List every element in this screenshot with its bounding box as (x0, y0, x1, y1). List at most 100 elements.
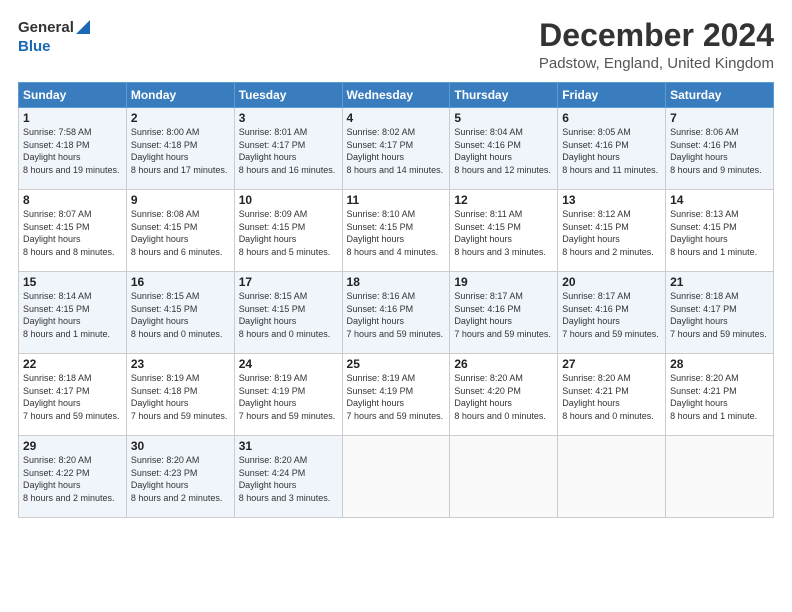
calendar-cell: 19 Sunrise: 8:17 AM Sunset: 4:16 PM Dayl… (450, 272, 558, 354)
calendar-cell: 3 Sunrise: 8:01 AM Sunset: 4:17 PM Dayli… (234, 108, 342, 190)
calendar-cell: 21 Sunrise: 8:18 AM Sunset: 4:17 PM Dayl… (666, 272, 774, 354)
day-number: 16 (131, 275, 230, 289)
day-number: 11 (347, 193, 446, 207)
day-info: Sunrise: 8:02 AM Sunset: 4:17 PM Dayligh… (347, 127, 444, 175)
day-number: 10 (239, 193, 338, 207)
calendar-cell: 16 Sunrise: 8:15 AM Sunset: 4:15 PM Dayl… (126, 272, 234, 354)
day-info: Sunrise: 8:19 AM Sunset: 4:19 PM Dayligh… (239, 373, 336, 421)
calendar-cell (450, 436, 558, 518)
month-title: December 2024 (539, 18, 774, 53)
day-info: Sunrise: 8:20 AM Sunset: 4:22 PM Dayligh… (23, 455, 115, 503)
calendar-table: SundayMondayTuesdayWednesdayThursdayFrid… (18, 82, 774, 518)
day-info: Sunrise: 8:18 AM Sunset: 4:17 PM Dayligh… (670, 291, 767, 339)
day-number: 30 (131, 439, 230, 453)
calendar-cell: 6 Sunrise: 8:05 AM Sunset: 4:16 PM Dayli… (558, 108, 666, 190)
day-info: Sunrise: 7:58 AM Sunset: 4:18 PM Dayligh… (23, 127, 120, 175)
day-info: Sunrise: 8:04 AM Sunset: 4:16 PM Dayligh… (454, 127, 551, 175)
day-info: Sunrise: 8:11 AM Sunset: 4:15 PM Dayligh… (454, 209, 546, 257)
col-header-thursday: Thursday (450, 83, 558, 108)
calendar-cell (342, 436, 450, 518)
day-number: 19 (454, 275, 553, 289)
day-info: Sunrise: 8:05 AM Sunset: 4:16 PM Dayligh… (562, 127, 658, 175)
calendar-cell: 5 Sunrise: 8:04 AM Sunset: 4:16 PM Dayli… (450, 108, 558, 190)
day-number: 28 (670, 357, 769, 371)
calendar-cell: 17 Sunrise: 8:15 AM Sunset: 4:15 PM Dayl… (234, 272, 342, 354)
day-number: 5 (454, 111, 553, 125)
day-info: Sunrise: 8:19 AM Sunset: 4:18 PM Dayligh… (131, 373, 228, 421)
calendar-cell: 28 Sunrise: 8:20 AM Sunset: 4:21 PM Dayl… (666, 354, 774, 436)
calendar-cell: 27 Sunrise: 8:20 AM Sunset: 4:21 PM Dayl… (558, 354, 666, 436)
day-info: Sunrise: 8:14 AM Sunset: 4:15 PM Dayligh… (23, 291, 110, 339)
col-header-sunday: Sunday (19, 83, 127, 108)
day-info: Sunrise: 8:07 AM Sunset: 4:15 PM Dayligh… (23, 209, 115, 257)
col-header-monday: Monday (126, 83, 234, 108)
day-number: 27 (562, 357, 661, 371)
day-number: 13 (562, 193, 661, 207)
day-number: 1 (23, 111, 122, 125)
calendar-cell: 13 Sunrise: 8:12 AM Sunset: 4:15 PM Dayl… (558, 190, 666, 272)
day-info: Sunrise: 8:00 AM Sunset: 4:18 PM Dayligh… (131, 127, 228, 175)
logo-general: General (18, 20, 74, 37)
calendar-cell: 11 Sunrise: 8:10 AM Sunset: 4:15 PM Dayl… (342, 190, 450, 272)
page: General Blue December 2024 Padstow, Engl… (0, 0, 792, 612)
calendar-cell: 20 Sunrise: 8:17 AM Sunset: 4:16 PM Dayl… (558, 272, 666, 354)
calendar-cell: 14 Sunrise: 8:13 AM Sunset: 4:15 PM Dayl… (666, 190, 774, 272)
col-header-friday: Friday (558, 83, 666, 108)
calendar-cell: 22 Sunrise: 8:18 AM Sunset: 4:17 PM Dayl… (19, 354, 127, 436)
day-number: 6 (562, 111, 661, 125)
day-number: 31 (239, 439, 338, 453)
day-info: Sunrise: 8:17 AM Sunset: 4:16 PM Dayligh… (562, 291, 659, 339)
calendar-cell: 26 Sunrise: 8:20 AM Sunset: 4:20 PM Dayl… (450, 354, 558, 436)
col-header-wednesday: Wednesday (342, 83, 450, 108)
col-header-saturday: Saturday (666, 83, 774, 108)
day-info: Sunrise: 8:20 AM Sunset: 4:21 PM Dayligh… (670, 373, 757, 421)
day-number: 8 (23, 193, 122, 207)
day-info: Sunrise: 8:15 AM Sunset: 4:15 PM Dayligh… (239, 291, 331, 339)
day-info: Sunrise: 8:18 AM Sunset: 4:17 PM Dayligh… (23, 373, 120, 421)
calendar-cell: 29 Sunrise: 8:20 AM Sunset: 4:22 PM Dayl… (19, 436, 127, 518)
day-number: 29 (23, 439, 122, 453)
calendar-week-4: 22 Sunrise: 8:18 AM Sunset: 4:17 PM Dayl… (19, 354, 774, 436)
logo-blue: Blue (18, 39, 51, 56)
calendar-header-row: SundayMondayTuesdayWednesdayThursdayFrid… (19, 83, 774, 108)
day-info: Sunrise: 8:20 AM Sunset: 4:24 PM Dayligh… (239, 455, 331, 503)
day-number: 2 (131, 111, 230, 125)
col-header-tuesday: Tuesday (234, 83, 342, 108)
calendar-cell (558, 436, 666, 518)
day-number: 23 (131, 357, 230, 371)
calendar-cell: 9 Sunrise: 8:08 AM Sunset: 4:15 PM Dayli… (126, 190, 234, 272)
day-info: Sunrise: 8:16 AM Sunset: 4:16 PM Dayligh… (347, 291, 444, 339)
calendar-cell (666, 436, 774, 518)
day-info: Sunrise: 8:20 AM Sunset: 4:23 PM Dayligh… (131, 455, 223, 503)
day-info: Sunrise: 8:15 AM Sunset: 4:15 PM Dayligh… (131, 291, 223, 339)
calendar-cell: 31 Sunrise: 8:20 AM Sunset: 4:24 PM Dayl… (234, 436, 342, 518)
title-block: December 2024 Padstow, England, United K… (539, 18, 774, 72)
calendar-cell: 1 Sunrise: 7:58 AM Sunset: 4:18 PM Dayli… (19, 108, 127, 190)
day-number: 20 (562, 275, 661, 289)
calendar-cell: 23 Sunrise: 8:19 AM Sunset: 4:18 PM Dayl… (126, 354, 234, 436)
day-number: 18 (347, 275, 446, 289)
calendar-cell: 15 Sunrise: 8:14 AM Sunset: 4:15 PM Dayl… (19, 272, 127, 354)
day-number: 26 (454, 357, 553, 371)
day-info: Sunrise: 8:13 AM Sunset: 4:15 PM Dayligh… (670, 209, 757, 257)
day-number: 7 (670, 111, 769, 125)
day-info: Sunrise: 8:20 AM Sunset: 4:21 PM Dayligh… (562, 373, 654, 421)
calendar-week-5: 29 Sunrise: 8:20 AM Sunset: 4:22 PM Dayl… (19, 436, 774, 518)
day-info: Sunrise: 8:01 AM Sunset: 4:17 PM Dayligh… (239, 127, 336, 175)
calendar-cell: 7 Sunrise: 8:06 AM Sunset: 4:16 PM Dayli… (666, 108, 774, 190)
calendar-cell: 10 Sunrise: 8:09 AM Sunset: 4:15 PM Dayl… (234, 190, 342, 272)
day-info: Sunrise: 8:19 AM Sunset: 4:19 PM Dayligh… (347, 373, 444, 421)
day-number: 25 (347, 357, 446, 371)
calendar-cell: 24 Sunrise: 8:19 AM Sunset: 4:19 PM Dayl… (234, 354, 342, 436)
location-title: Padstow, England, United Kingdom (539, 55, 774, 72)
day-number: 3 (239, 111, 338, 125)
day-info: Sunrise: 8:06 AM Sunset: 4:16 PM Dayligh… (670, 127, 762, 175)
day-info: Sunrise: 8:20 AM Sunset: 4:20 PM Dayligh… (454, 373, 546, 421)
calendar-week-1: 1 Sunrise: 7:58 AM Sunset: 4:18 PM Dayli… (19, 108, 774, 190)
header: General Blue December 2024 Padstow, Engl… (18, 18, 774, 72)
day-info: Sunrise: 8:09 AM Sunset: 4:15 PM Dayligh… (239, 209, 331, 257)
calendar-cell: 25 Sunrise: 8:19 AM Sunset: 4:19 PM Dayl… (342, 354, 450, 436)
day-info: Sunrise: 8:10 AM Sunset: 4:15 PM Dayligh… (347, 209, 439, 257)
calendar-cell: 12 Sunrise: 8:11 AM Sunset: 4:15 PM Dayl… (450, 190, 558, 272)
day-number: 22 (23, 357, 122, 371)
